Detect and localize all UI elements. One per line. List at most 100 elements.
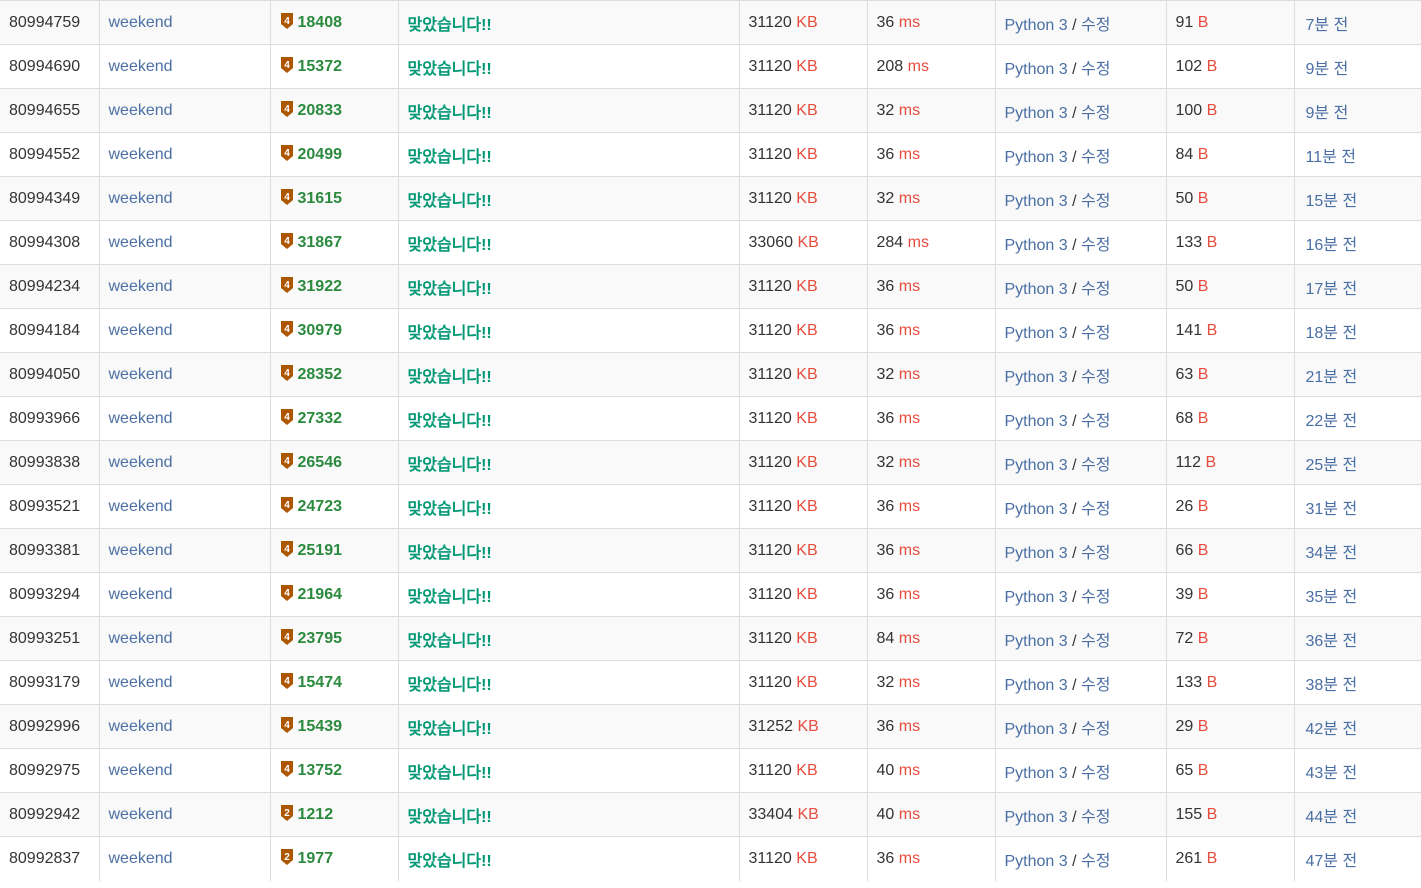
language-link[interactable]: Python 3 — [1005, 105, 1068, 122]
user-link[interactable]: weekend — [109, 322, 173, 339]
edit-link[interactable]: 수정 — [1081, 281, 1110, 298]
problem-link[interactable]: 20499 — [298, 146, 343, 163]
language-link[interactable]: Python 3 — [1005, 545, 1068, 562]
submitted-time-link[interactable]: 44분 전 — [1306, 809, 1358, 826]
edit-link[interactable]: 수정 — [1081, 325, 1110, 342]
edit-link[interactable]: 수정 — [1081, 413, 1110, 430]
submitted-time-link[interactable]: 22분 전 — [1306, 413, 1358, 430]
language-link[interactable]: Python 3 — [1005, 61, 1068, 78]
edit-link[interactable]: 수정 — [1081, 193, 1110, 210]
language-link[interactable]: Python 3 — [1005, 281, 1068, 298]
user-link[interactable]: weekend — [109, 542, 173, 559]
submitted-time-link[interactable]: 42분 전 — [1306, 721, 1358, 738]
language-link[interactable]: Python 3 — [1005, 765, 1068, 782]
problem-link[interactable]: 18408 — [298, 14, 343, 31]
problem-link[interactable]: 13752 — [298, 762, 343, 779]
user-link[interactable]: weekend — [109, 102, 173, 119]
language-link[interactable]: Python 3 — [1005, 193, 1068, 210]
problem-link[interactable]: 31615 — [298, 190, 343, 207]
user-link[interactable]: weekend — [109, 806, 173, 823]
user-link[interactable]: weekend — [109, 410, 173, 427]
edit-link[interactable]: 수정 — [1081, 369, 1110, 386]
submitted-time-link[interactable]: 38분 전 — [1306, 677, 1358, 694]
submitted-time-link[interactable]: 11분 전 — [1306, 149, 1357, 166]
problem-link[interactable]: 31867 — [298, 234, 343, 251]
submitted-time-link[interactable]: 21분 전 — [1306, 369, 1358, 386]
edit-link[interactable]: 수정 — [1081, 457, 1110, 474]
submitted-time-link[interactable]: 7분 전 — [1306, 17, 1349, 34]
submitted-time-link[interactable]: 34분 전 — [1306, 545, 1358, 562]
submitted-time-link[interactable]: 16분 전 — [1306, 237, 1358, 254]
language-link[interactable]: Python 3 — [1005, 369, 1068, 386]
edit-link[interactable]: 수정 — [1081, 633, 1110, 650]
user-link[interactable]: weekend — [109, 234, 173, 251]
user-link[interactable]: weekend — [109, 190, 173, 207]
problem-link[interactable]: 21964 — [298, 586, 343, 603]
user-link[interactable]: weekend — [109, 366, 173, 383]
language-link[interactable]: Python 3 — [1005, 809, 1068, 826]
submitted-time-link[interactable]: 47분 전 — [1306, 853, 1358, 870]
problem-link[interactable]: 30979 — [298, 322, 343, 339]
language-link[interactable]: Python 3 — [1005, 853, 1068, 870]
problem-link[interactable]: 25191 — [298, 542, 343, 559]
language-link[interactable]: Python 3 — [1005, 237, 1068, 254]
edit-link[interactable]: 수정 — [1081, 765, 1110, 782]
user-link[interactable]: weekend — [109, 498, 173, 515]
user-link[interactable]: weekend — [109, 718, 173, 735]
language-link[interactable]: Python 3 — [1005, 413, 1068, 430]
problem-link[interactable]: 26546 — [298, 454, 343, 471]
language-link[interactable]: Python 3 — [1005, 677, 1068, 694]
user-link[interactable]: weekend — [109, 278, 173, 295]
user-link[interactable]: weekend — [109, 586, 173, 603]
submitted-time-link[interactable]: 9분 전 — [1306, 105, 1349, 122]
problem-link[interactable]: 1212 — [298, 806, 334, 823]
problem-link[interactable]: 31922 — [298, 278, 343, 295]
submitted-time-link[interactable]: 43분 전 — [1306, 765, 1358, 782]
submitted-time-link[interactable]: 9분 전 — [1306, 61, 1349, 78]
language-link[interactable]: Python 3 — [1005, 633, 1068, 650]
edit-link[interactable]: 수정 — [1081, 61, 1110, 78]
language-link[interactable]: Python 3 — [1005, 589, 1068, 606]
problem-link[interactable]: 15372 — [298, 58, 343, 75]
user-link[interactable]: weekend — [109, 58, 173, 75]
edit-link[interactable]: 수정 — [1081, 809, 1110, 826]
language-link[interactable]: Python 3 — [1005, 721, 1068, 738]
submitted-time-link[interactable]: 15분 전 — [1306, 193, 1358, 210]
edit-link[interactable]: 수정 — [1081, 105, 1110, 122]
language-link[interactable]: Python 3 — [1005, 325, 1068, 342]
submitted-time-link[interactable]: 35분 전 — [1306, 589, 1358, 606]
problem-link[interactable]: 20833 — [298, 102, 343, 119]
submitted-time-link[interactable]: 18분 전 — [1306, 325, 1358, 342]
problem-link[interactable]: 23795 — [298, 630, 343, 647]
language-link[interactable]: Python 3 — [1005, 17, 1068, 34]
problem-link[interactable]: 28352 — [298, 366, 343, 383]
submitted-time-link[interactable]: 17분 전 — [1306, 281, 1358, 298]
edit-link[interactable]: 수정 — [1081, 721, 1110, 738]
language-link[interactable]: Python 3 — [1005, 501, 1068, 518]
user-link[interactable]: weekend — [109, 14, 173, 31]
edit-link[interactable]: 수정 — [1081, 853, 1110, 870]
submitted-time-link[interactable]: 36분 전 — [1306, 633, 1358, 650]
edit-link[interactable]: 수정 — [1081, 589, 1110, 606]
submitted-time-link[interactable]: 31분 전 — [1306, 501, 1358, 518]
language-link[interactable]: Python 3 — [1005, 457, 1068, 474]
problem-link[interactable]: 15439 — [298, 718, 343, 735]
edit-link[interactable]: 수정 — [1081, 545, 1110, 562]
problem-link[interactable]: 1977 — [298, 850, 334, 867]
submitted-time-link[interactable]: 25분 전 — [1306, 457, 1358, 474]
problem-link[interactable]: 15474 — [298, 674, 343, 691]
user-link[interactable]: weekend — [109, 630, 173, 647]
language-link[interactable]: Python 3 — [1005, 149, 1068, 166]
edit-link[interactable]: 수정 — [1081, 501, 1110, 518]
edit-link[interactable]: 수정 — [1081, 149, 1110, 166]
user-link[interactable]: weekend — [109, 146, 173, 163]
user-link[interactable]: weekend — [109, 762, 173, 779]
edit-link[interactable]: 수정 — [1081, 17, 1110, 34]
problem-link[interactable]: 24723 — [298, 498, 343, 515]
user-link[interactable]: weekend — [109, 454, 173, 471]
user-link[interactable]: weekend — [109, 674, 173, 691]
edit-link[interactable]: 수정 — [1081, 677, 1110, 694]
problem-link[interactable]: 27332 — [298, 410, 343, 427]
user-link[interactable]: weekend — [109, 850, 173, 867]
edit-link[interactable]: 수정 — [1081, 237, 1110, 254]
